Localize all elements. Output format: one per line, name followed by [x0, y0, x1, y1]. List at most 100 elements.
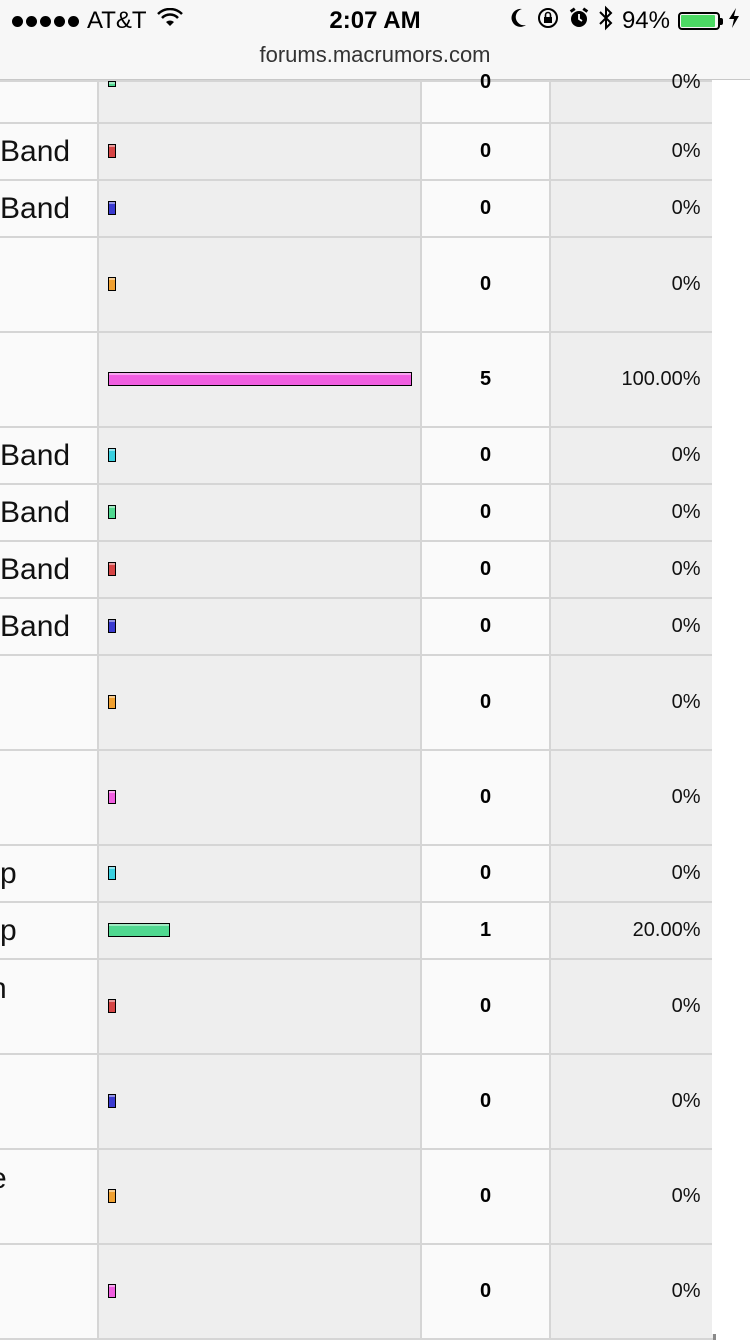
option-label: n	[0, 958, 99, 1055]
option-label-text: n	[0, 972, 87, 1006]
vote-percent: 0%	[549, 72, 716, 124]
result-bar	[108, 1189, 116, 1204]
vote-count: 0	[420, 1053, 551, 1150]
option-label	[0, 654, 99, 751]
vote-count: 0	[420, 483, 551, 542]
result-bar	[108, 277, 116, 292]
vote-count: 0	[420, 844, 551, 903]
option-label: Band	[0, 540, 99, 599]
vote-count: 0	[420, 1148, 551, 1245]
alarm-icon	[568, 6, 590, 36]
option-label-text: e	[0, 1162, 87, 1196]
poll-row: 0 0%	[0, 1243, 716, 1340]
option-label: p	[0, 901, 99, 960]
poll-row: Band 0 0%	[0, 122, 716, 181]
poll-row: p 0 0%	[0, 844, 716, 903]
result-bar	[108, 144, 116, 159]
result-bar	[108, 619, 116, 634]
vote-count: 0	[420, 122, 551, 181]
result-bar-cell	[97, 179, 422, 238]
vote-percent: 0%	[549, 597, 716, 656]
option-label: p	[0, 844, 99, 903]
vote-percent: 0%	[549, 122, 716, 181]
poll-row: Band 0 0%	[0, 597, 716, 656]
vote-percent: 0%	[549, 236, 716, 333]
poll-results-table: 0 0% Band 0 0% Band 0 0% 0 0% 5 100.00% Band 0 0% Band 0…	[0, 72, 716, 1340]
vote-percent: 0%	[549, 179, 716, 238]
poll-row: 0 0%	[0, 236, 716, 333]
option-label-text: Band	[0, 609, 71, 643]
poll-row: 0 0%	[0, 654, 716, 751]
poll-row: 5 100.00%	[0, 331, 716, 428]
result-bar	[108, 201, 116, 216]
vote-count: 0	[420, 426, 551, 485]
option-label-text: Band	[0, 191, 71, 225]
bluetooth-icon	[598, 5, 614, 38]
option-label: Band	[0, 122, 99, 181]
poll-row: Band 0 0%	[0, 540, 716, 599]
vote-percent: 0%	[549, 1053, 716, 1150]
result-bar-cell	[97, 597, 422, 656]
result-bar	[108, 999, 116, 1014]
vote-percent: 0%	[549, 654, 716, 751]
result-bar-cell	[97, 122, 422, 181]
address-bar-url[interactable]: forums.macrumors.com	[0, 40, 750, 70]
page-margin	[712, 80, 750, 1334]
battery-percent: 94%	[621, 7, 670, 34]
vote-count: 0	[420, 654, 551, 751]
result-bar-cell	[97, 331, 422, 428]
option-label-text: Band	[0, 552, 71, 586]
vote-percent: 0%	[549, 958, 716, 1055]
vote-count: 0	[420, 958, 551, 1055]
vote-count: 0	[420, 1243, 551, 1340]
poll-row: p 1 20.00%	[0, 901, 716, 960]
option-label: Band	[0, 426, 99, 485]
result-bar-cell	[97, 426, 422, 485]
vote-percent: 0%	[549, 426, 716, 485]
vote-count: 0	[420, 236, 551, 333]
option-label-text: r	[0, 1067, 87, 1101]
result-bar	[108, 790, 116, 805]
option-label-text: Band	[0, 495, 71, 529]
result-bar	[108, 372, 412, 387]
result-bar	[108, 923, 170, 938]
rotation-lock-icon	[536, 6, 560, 37]
option-label: Band	[0, 597, 99, 656]
poll-row: n 00%	[0, 958, 716, 1055]
option-label-text: p	[0, 913, 17, 947]
poll-row: 0 0%	[0, 72, 716, 124]
vote-percent: 0%	[549, 1148, 716, 1245]
vote-percent: 0%	[549, 844, 716, 903]
vote-percent: 0%	[549, 749, 716, 846]
result-bar-cell	[97, 80, 422, 124]
vote-count: 0	[420, 597, 551, 656]
result-bar-cell	[97, 844, 422, 903]
result-bar-cell	[97, 1243, 422, 1340]
result-bar-cell	[97, 1148, 422, 1245]
status-bar: AT&T 2:07 AM 94% forums.macrumors.com	[0, 0, 750, 80]
result-bar	[108, 1094, 116, 1109]
vote-count: 5	[420, 331, 551, 428]
vote-count: 0	[420, 540, 551, 599]
vote-percent: 0%	[549, 483, 716, 542]
option-label-text: Band	[0, 134, 71, 168]
result-bar-cell	[97, 654, 422, 751]
result-bar	[108, 1284, 116, 1299]
vote-percent: 0%	[549, 540, 716, 599]
result-bar	[108, 505, 116, 520]
poll-row: r 00%	[0, 1053, 716, 1150]
vote-count: 0	[420, 72, 551, 124]
result-bar-cell	[97, 540, 422, 599]
result-bar-cell	[97, 236, 422, 333]
vote-count: 0	[420, 179, 551, 238]
result-bar	[108, 448, 116, 463]
option-label: Band	[0, 483, 99, 542]
poll-row: 0 0%	[0, 749, 716, 846]
result-bar	[108, 866, 116, 881]
option-label	[0, 331, 99, 428]
vote-count: 1	[420, 901, 551, 960]
result-bar-cell	[97, 749, 422, 846]
vote-count: 0	[420, 749, 551, 846]
battery-icon	[678, 12, 723, 30]
result-bar-cell	[97, 901, 422, 960]
